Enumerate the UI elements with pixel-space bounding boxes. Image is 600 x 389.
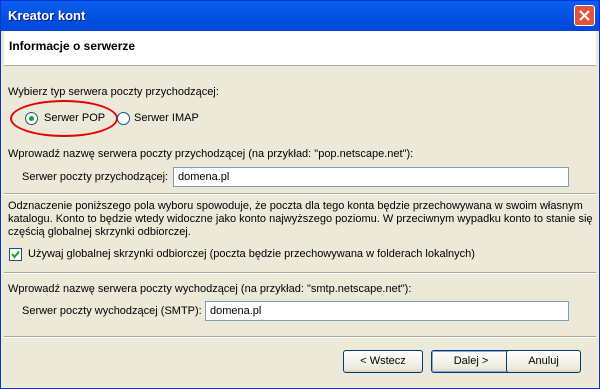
global-inbox-checkbox[interactable]	[9, 248, 22, 261]
incoming-type-prompt: Wybierz typ serwera poczty przychodzącej…	[8, 86, 219, 98]
radio-pop-label[interactable]: Serwer POP	[44, 112, 105, 124]
radio-imap-label[interactable]: Serwer IMAP	[134, 112, 199, 124]
radio-selected-dot	[29, 116, 34, 121]
cancel-button[interactable]: Anuluj	[506, 350, 581, 373]
incoming-server-input[interactable]: domena.pl	[173, 167, 569, 187]
separator	[4, 272, 596, 274]
close-button[interactable]	[574, 5, 595, 26]
global-inbox-checkbox-label[interactable]: Używaj globalnej skrzynki odbiorczej (po…	[28, 248, 475, 260]
incoming-server-label: Serwer poczty przychodzącej:	[22, 171, 169, 183]
window-title: Kreator kont	[8, 8, 86, 23]
inbox-note-line-3: częścią globalnej skrzynki odbiorczej.	[8, 226, 191, 238]
radio-imap[interactable]	[117, 112, 130, 125]
inbox-note-line-1: Odznaczenie poniższego pola wyboru spowo…	[8, 200, 583, 212]
outgoing-server-label: Serwer poczty wychodzącej (SMTP):	[22, 305, 202, 317]
incoming-server-prompt: Wprowadź nazwę serwera poczty przychodzą…	[8, 148, 414, 160]
outgoing-server-input[interactable]: domena.pl	[205, 301, 569, 321]
inbox-note-line-2: katalogu. Konto to będzie wtedy widoczne…	[8, 213, 593, 225]
close-icon	[579, 10, 590, 21]
page-title: Informacje o serwerze	[9, 39, 136, 53]
checkmark-icon	[11, 250, 20, 259]
radio-pop[interactable]	[25, 112, 38, 125]
account-wizard-window: Kreator kont Informacje o serwerze Wybie…	[0, 0, 600, 389]
next-button[interactable]: Dalej >	[431, 350, 511, 373]
wizard-header: Informacje o serwerze	[4, 31, 596, 66]
outgoing-server-prompt: Wprowadź nazwę serwera poczty wychodzące…	[8, 283, 412, 295]
back-button[interactable]: < Wstecz	[343, 350, 423, 373]
title-bar[interactable]: Kreator kont	[1, 1, 599, 31]
separator	[4, 336, 596, 338]
separator	[4, 193, 596, 195]
